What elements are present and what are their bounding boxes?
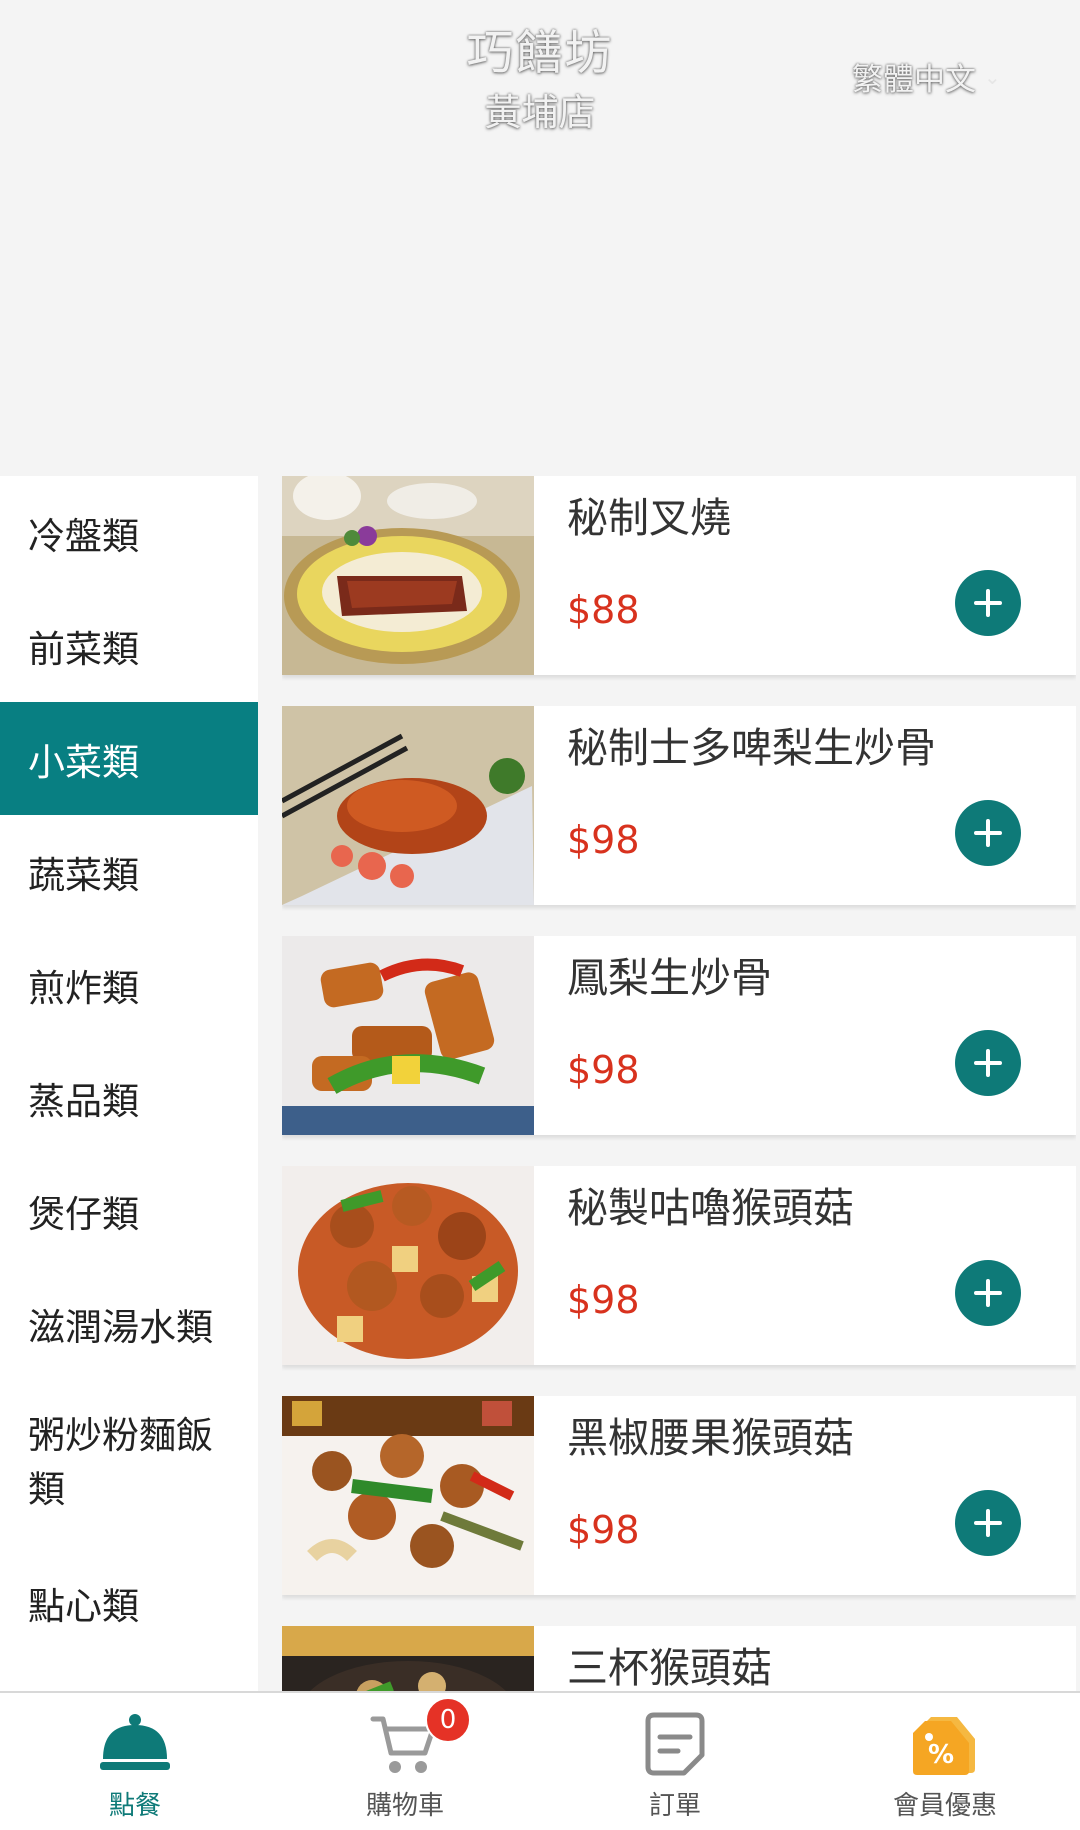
dish-price: $98 [567, 1048, 640, 1092]
three-cup-mushroom-photo [282, 1626, 534, 1691]
dish-card[interactable]: 鳳梨生炒骨 $98 [282, 936, 1076, 1135]
dish-card[interactable]: 秘制叉燒 $88 [282, 476, 1076, 675]
pepper-cashew-mushroom-photo [282, 1396, 534, 1595]
category-dim-sum[interactable]: 點心類 [0, 1546, 258, 1659]
dish-card[interactable]: 三杯猴頭菇 [282, 1626, 1076, 1691]
add-to-cart-button[interactable] [955, 1260, 1021, 1326]
cloche-icon [100, 1714, 170, 1770]
add-to-cart-button[interactable] [955, 1030, 1021, 1096]
dish-name: 秘製咕嚕猴頭菇 [567, 1184, 854, 1232]
nav-orders[interactable]: 訂單 [540, 1693, 810, 1830]
dish-price: $98 [567, 1278, 640, 1322]
nav-label: 購物車 [365, 1791, 444, 1821]
category-label: 蔬菜類 [28, 853, 139, 897]
plus-icon [974, 819, 1002, 847]
add-to-cart-button[interactable] [955, 800, 1021, 866]
category-vegetables[interactable]: 蔬菜類 [0, 815, 258, 928]
nav-label: 點餐 [108, 1791, 161, 1821]
dish-price: $98 [567, 1508, 640, 1552]
category-label: 煲仔類 [28, 1192, 139, 1236]
category-side-dishes[interactable]: 小菜類 [0, 702, 258, 815]
chevron-down-icon: ⌄ [984, 64, 1001, 89]
category-label: 煎炸類 [28, 966, 139, 1010]
language-selector[interactable]: 繁體中文 ⌄ [852, 54, 1001, 99]
category-label: 冷盤類 [28, 514, 139, 558]
plus-icon [974, 1279, 1002, 1307]
category-fried[interactable]: 煎炸類 [0, 928, 258, 1041]
language-label: 繁體中文 [852, 62, 976, 98]
nav-label: 訂單 [648, 1791, 701, 1821]
store-header: 巧饍坊 黃埔店 繁體中文 ⌄ [0, 0, 1080, 476]
nav-label: 會員優惠 [892, 1791, 997, 1821]
plus-icon [974, 1509, 1002, 1537]
nav-order-food[interactable]: 點餐 [0, 1693, 270, 1830]
plus-icon [974, 1049, 1002, 1077]
nav-cart[interactable]: 0 購物車 [270, 1693, 540, 1830]
sweet-sour-mushroom-photo [282, 1166, 534, 1365]
category-label: 滋潤湯水類 [28, 1305, 213, 1349]
dish-card[interactable]: 秘制士多啤梨生炒骨 $98 [282, 706, 1076, 905]
category-label: 粥炒粉麵飯類 [28, 1414, 213, 1511]
add-to-cart-button[interactable] [955, 1490, 1021, 1556]
dish-name: 鳳梨生炒骨 [567, 954, 772, 1002]
svg-text:%: % [928, 1740, 954, 1770]
bottom-navigation: 點餐 0 購物車 訂單 % 會員優惠 [0, 1691, 1080, 1830]
category-label: 蒸品類 [28, 1079, 139, 1123]
dish-name: 黑椒腰果猴頭菇 [567, 1414, 854, 1462]
category-soups[interactable]: 滋潤湯水類 [0, 1267, 258, 1380]
coupon-icon: % [913, 1717, 975, 1775]
order-icon [645, 1712, 705, 1776]
category-cold-dishes[interactable]: 冷盤類 [0, 476, 258, 589]
category-claypot[interactable]: 煲仔類 [0, 1154, 258, 1267]
category-label: 前菜類 [28, 627, 139, 671]
category-label: 點心類 [28, 1584, 139, 1628]
add-to-cart-button[interactable] [955, 570, 1021, 636]
dish-name: 秘制士多啤梨生炒骨 [567, 724, 936, 772]
category-steamed[interactable]: 蒸品類 [0, 1041, 258, 1154]
category-label: 小菜類 [28, 740, 139, 784]
dish-name: 秘制叉燒 [567, 494, 731, 542]
plus-icon [974, 589, 1002, 617]
strawberry-pork-photo [282, 706, 534, 905]
category-rice-noodles[interactable]: 粥炒粉麵飯類 [0, 1380, 258, 1546]
dish-card[interactable]: 秘製咕嚕猴頭菇 $98 [282, 1166, 1076, 1365]
category-appetizers[interactable]: 前菜類 [0, 589, 258, 702]
dish-name: 三杯猴頭菇 [567, 1644, 772, 1691]
nav-member-offers[interactable]: % 會員優惠 [810, 1693, 1080, 1830]
dish-card[interactable]: 黑椒腰果猴頭菇 $98 [282, 1396, 1076, 1595]
category-sidebar: 冷盤類 前菜類 小菜類 蔬菜類 煎炸類 蒸品類 煲仔類 滋潤湯水類 粥炒粉麵飯類… [0, 476, 258, 1691]
cart-count-badge: 0 [425, 1697, 471, 1743]
pineapple-pork-photo [282, 936, 534, 1135]
dish-price: $98 [567, 818, 640, 862]
dish-list: 秘制叉燒 $88 秘制士多啤梨生炒骨 $98 鳳梨生炒骨 $98 秘製咕嚕猴頭菇… [282, 476, 1076, 1691]
char-siu-photo [282, 476, 534, 675]
dish-price: $88 [567, 588, 640, 632]
